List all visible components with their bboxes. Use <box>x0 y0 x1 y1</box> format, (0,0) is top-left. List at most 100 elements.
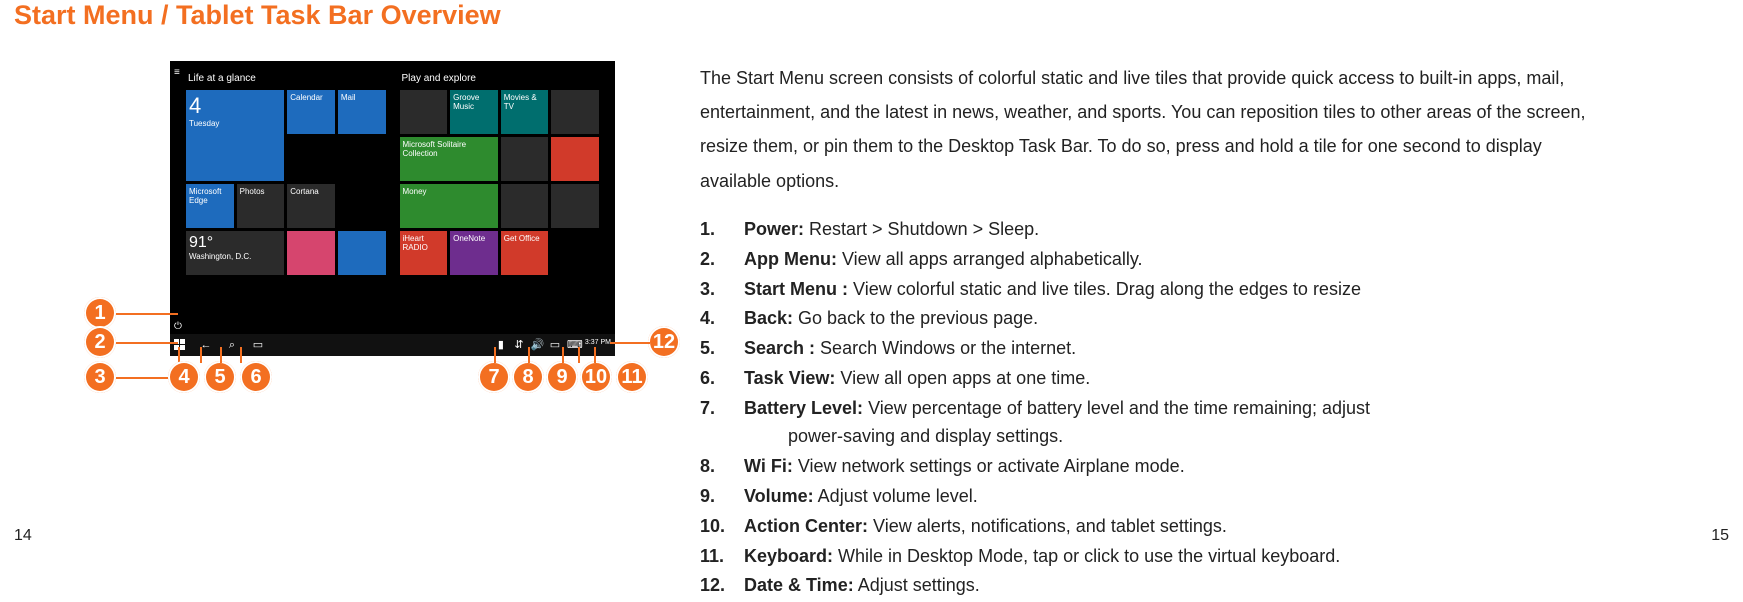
weather-temp: 91° <box>189 234 281 252</box>
clock-icon: 3:37 PM <box>585 339 611 351</box>
weather-loc: Washington, D.C. <box>189 252 281 261</box>
content-row: ≡ ⏻ Life at a glance 4 Tuesday Calendar … <box>0 61 1743 602</box>
legend-num: 6. <box>700 365 734 393</box>
tile-solitaire: Microsoft Solitaire Collection <box>400 137 498 181</box>
legend-label: Battery Level: <box>744 398 863 418</box>
tile-xbox <box>400 90 448 134</box>
legend-item-2: 2.App Menu: View all apps arranged alpha… <box>700 246 1600 274</box>
figure-column: ≡ ⏻ Life at a glance 4 Tuesday Calendar … <box>170 61 650 602</box>
intro-paragraph: The Start Menu screen consists of colorf… <box>700 61 1600 198</box>
legend-desc: View alerts, notifications, and tablet s… <box>868 516 1227 536</box>
tile-onenote: OneNote <box>450 231 498 275</box>
tile-misc4 <box>551 184 599 228</box>
legend-item-8: 8. Wi Fi: View network settings or activa… <box>700 453 1600 481</box>
legend-label: Start Menu : <box>744 279 848 299</box>
tile-mail: Mail <box>338 90 386 134</box>
legend-item-9: 9.Volume: Adjust volume level. <box>700 483 1600 511</box>
tile-cortana: Cortana <box>287 184 335 228</box>
callout-6: 6 <box>240 361 272 393</box>
callout-12-line <box>610 342 650 344</box>
legend-desc: Go back to the previous page. <box>793 308 1038 328</box>
callout-3-line <box>116 377 178 379</box>
legend-item-5: 5. Search : Search Windows or the interne… <box>700 335 1600 363</box>
tile-extra <box>338 231 386 275</box>
tile-candy <box>287 231 335 275</box>
legend-desc: View colorful static and live tiles. Dra… <box>848 279 1361 299</box>
legend-num: 3. <box>700 276 734 304</box>
callout-12: 12 <box>648 326 680 358</box>
legend-num: 5. <box>700 335 734 363</box>
legend-label: Task View: <box>744 368 835 388</box>
tile-group-right: Play and explore Groove Music Movies & T… <box>400 73 600 326</box>
callout-10: 10 <box>580 361 612 393</box>
calendar-date-day: Tuesday <box>189 119 281 128</box>
start-menu-screenshot: ≡ ⏻ Life at a glance 4 Tuesday Calendar … <box>170 61 615 356</box>
search-icon: ⌕ <box>226 339 238 351</box>
legend-label: Volume: <box>744 486 814 506</box>
start-icon <box>174 339 186 351</box>
legend-label: App Menu: <box>744 249 837 269</box>
page-number-left: 14 <box>14 527 32 545</box>
legend-label: Action Center: <box>744 516 868 536</box>
tile-flipboard <box>551 137 599 181</box>
page-number-right: 15 <box>1711 527 1729 545</box>
callout-2-line <box>116 342 178 344</box>
legend-list: 1. Power: Restart > Shutdown > Sleep. 2.A… <box>700 216 1600 601</box>
callout-3: 3 <box>84 361 116 393</box>
legend-desc: View all open apps at one time. <box>835 368 1090 388</box>
legend-desc: View network settings or activate Airpla… <box>793 456 1185 476</box>
legend-desc: Restart > Shutdown > Sleep. <box>804 219 1039 239</box>
legend-item-3: 3. Start Menu : View colorful static and … <box>700 276 1600 304</box>
tile-cal-small: Calendar <box>287 90 335 134</box>
legend-num: 10. <box>700 513 734 541</box>
legend-label: Date & Time: <box>744 575 854 595</box>
legend-num: 11. <box>700 543 734 571</box>
tiles-area: Life at a glance 4 Tuesday Calendar Mail… <box>186 73 599 326</box>
legend-desc: Adjust volume level. <box>814 486 978 506</box>
legend-label: Wi Fi: <box>744 456 793 476</box>
callout-2: 2 <box>84 326 116 358</box>
legend-desc: View percentage of battery level and the… <box>863 398 1370 418</box>
wifi-icon: ⇵ <box>513 339 525 351</box>
legend-desc: Search Windows or the internet. <box>815 338 1076 358</box>
tile-group-left: Life at a glance 4 Tuesday Calendar Mail… <box>186 73 386 326</box>
legend-num: 7. <box>700 395 734 423</box>
tile-groove: Groove Music <box>450 90 498 134</box>
legend-label: Search : <box>744 338 815 358</box>
taskbar: ← ⌕ ▭ ▮ ⇵ 🔊 ▭ ⌨ 3:37 PM <box>170 334 615 356</box>
legend-num: 8. <box>700 453 734 481</box>
back-icon: ← <box>200 339 212 351</box>
group-label-left: Life at a glance <box>188 73 386 84</box>
tile-misc3 <box>501 184 549 228</box>
tile-edge: Microsoft Edge <box>186 184 234 228</box>
legend-item-4: 4.Back: Go back to the previous page. <box>700 305 1600 333</box>
legend-item-11: 11.Keyboard: While in Desktop Mode, tap … <box>700 543 1600 571</box>
callout-1: 1 <box>84 297 116 329</box>
callout-7: 7 <box>478 361 510 393</box>
callout-4: 4 <box>168 361 200 393</box>
callout-9: 9 <box>546 361 578 393</box>
group-label-right: Play and explore <box>402 73 600 84</box>
callout-5: 5 <box>204 361 236 393</box>
tile-misc2 <box>501 137 549 181</box>
legend-label: Power: <box>744 219 804 239</box>
legend-label: Back: <box>744 308 793 328</box>
callout-8: 8 <box>512 361 544 393</box>
callout-1-line <box>116 313 178 315</box>
legend-item-10: 10. Action Center: View alerts, notificat… <box>700 513 1600 541</box>
battery-icon: ▮ <box>495 339 507 351</box>
legend-item-6: 6. Task View: View all open apps at one t… <box>700 365 1600 393</box>
tile-office: Get Office <box>501 231 549 275</box>
text-column: The Start Menu screen consists of colorf… <box>700 61 1600 602</box>
tile-money: Money <box>400 184 498 228</box>
legend-desc: View all apps arranged alphabetically. <box>837 249 1143 269</box>
callout-11: 11 <box>616 361 648 393</box>
keyboard-icon: ⌨ <box>567 339 579 351</box>
tile-calendar: 4 Tuesday <box>186 90 284 181</box>
legend-label: Keyboard: <box>744 546 833 566</box>
tile-movies: Movies & TV <box>501 90 549 134</box>
legend-num: 12. <box>700 572 734 600</box>
tile-weather: 91° Washington, D.C. <box>186 231 284 275</box>
legend-item-7: 7. Battery Level: View percentage of batt… <box>700 395 1600 451</box>
legend-num: 1. <box>700 216 734 244</box>
